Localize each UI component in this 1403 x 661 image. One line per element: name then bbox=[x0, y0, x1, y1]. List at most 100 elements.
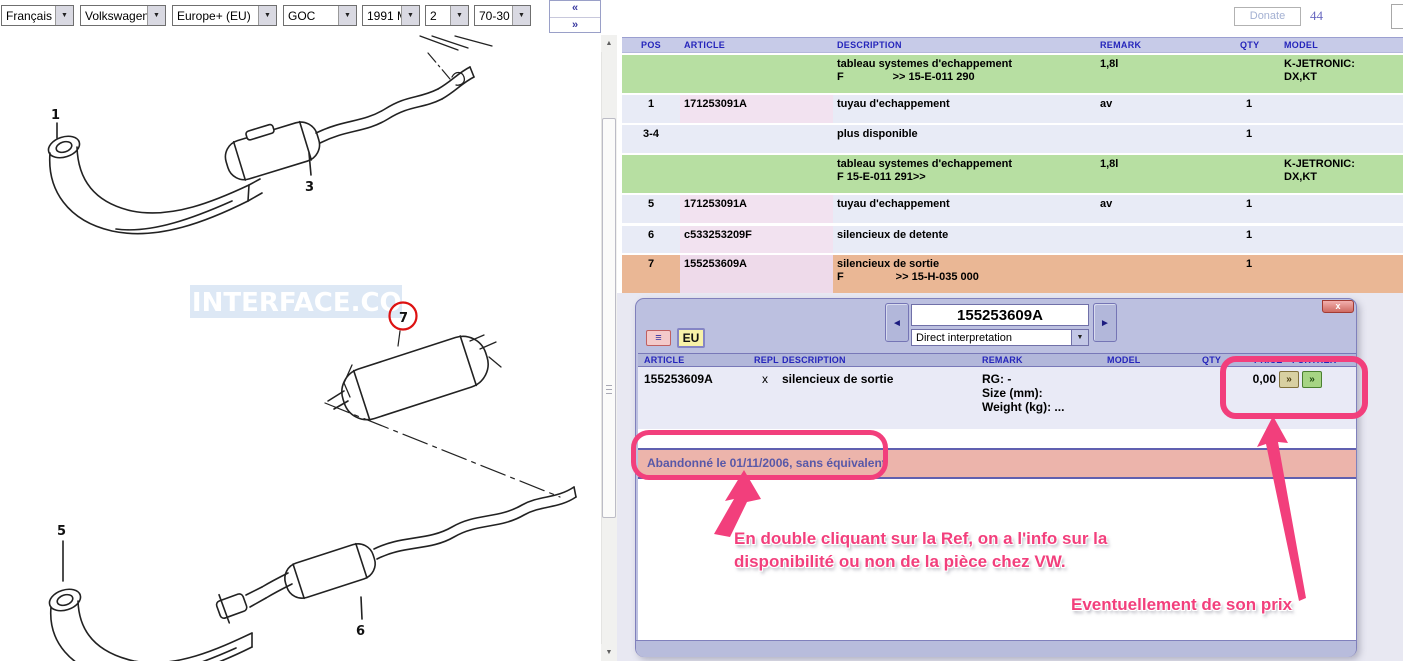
col-header-description: DESCRIPTION bbox=[776, 354, 976, 367]
scroll-up-icon[interactable]: ▲ bbox=[601, 35, 617, 52]
rear-muffler-7-drawing bbox=[325, 330, 560, 497]
cell-further: » » bbox=[1278, 367, 1356, 429]
dialog-spacer bbox=[638, 429, 1356, 448]
menu-icon[interactable]: ≡ bbox=[646, 330, 671, 346]
part-detail-dialog: x ≡ EU ◄ Direct interpretation ▼ ► ARTIC… bbox=[635, 298, 1357, 657]
cell-model-line2: DX,KT bbox=[1284, 71, 1403, 84]
cell-desc-line2: F >> 15-H-035 000 bbox=[837, 271, 1096, 284]
next-part-button[interactable]: ► bbox=[1093, 303, 1117, 342]
dialog-body-blank bbox=[638, 479, 1356, 640]
scrollbar-thumb[interactable] bbox=[602, 118, 616, 518]
cell-article[interactable]: 171253091A bbox=[680, 95, 833, 123]
table-row[interactable]: 3-4 plus disponible 1 bbox=[622, 125, 1403, 153]
cell-pos: 7 bbox=[622, 255, 680, 293]
cell-qty: 1 bbox=[1236, 125, 1280, 153]
chevron-down-icon[interactable]: ▼ bbox=[512, 6, 530, 25]
muffler-6-drawing bbox=[262, 487, 576, 619]
watermark-text: IFINTERFACE.COM bbox=[164, 288, 427, 318]
cell-qty bbox=[1196, 367, 1250, 429]
exhaust-diagram: 1 3 IFINTERFACE.COM 7 bbox=[0, 35, 601, 661]
detail-table-row[interactable]: 155253609A x silencieux de sortie RG: - … bbox=[638, 367, 1356, 429]
col-header-pos: POS bbox=[622, 38, 680, 53]
cell-model bbox=[1280, 95, 1403, 123]
cell-qty: 1 bbox=[1236, 255, 1280, 293]
region-value: Europe+ (EU) bbox=[173, 6, 258, 25]
parts-table-header: POS ARTICLE DESCRIPTION REMARK QTY MODEL bbox=[622, 37, 1403, 53]
availability-status-row: Abandonné le 01/11/2006, sans équivalent bbox=[638, 448, 1356, 479]
chevron-down-icon[interactable]: ▼ bbox=[55, 6, 73, 25]
prev-part-button[interactable]: ◄ bbox=[885, 303, 909, 342]
remark-rg: RG: - bbox=[982, 372, 1101, 386]
part-number-input[interactable] bbox=[911, 304, 1089, 326]
table-row[interactable]: 5 171253091A tuyau d'echappement av 1 bbox=[622, 195, 1403, 223]
region-select[interactable]: Europe+ (EU) ▼ bbox=[172, 5, 277, 26]
chevron-down-icon[interactable]: ▼ bbox=[258, 6, 276, 25]
subgroup-select[interactable]: 70-30 ▼ bbox=[474, 5, 531, 26]
callout-6-label[interactable]: 6 bbox=[356, 624, 365, 639]
donate-button[interactable]: Donate bbox=[1234, 7, 1301, 26]
callout-5-label[interactable]: 5 bbox=[57, 524, 66, 539]
region-eu-button[interactable]: EU bbox=[677, 328, 705, 348]
table-row[interactable]: 1 171253091A tuyau d'echappement av 1 bbox=[622, 95, 1403, 123]
detail-table-header: ARTICLE REPL DESCRIPTION REMARK MODEL QT… bbox=[638, 353, 1356, 367]
cell-article[interactable]: 155253609A bbox=[638, 367, 754, 429]
cell-desc-line1: tuyau d'echappement bbox=[833, 195, 1096, 223]
brand-value: Volkswagen bbox=[81, 6, 147, 25]
col-header-qty: QTY bbox=[1196, 354, 1250, 367]
main-group-value: 2 bbox=[426, 6, 450, 25]
callout-7-label: 7 bbox=[399, 311, 408, 326]
chevron-down-icon[interactable]: ▼ bbox=[450, 6, 468, 25]
language-select[interactable]: Français ▼ bbox=[1, 5, 74, 26]
further-info-button[interactable]: » bbox=[1279, 371, 1299, 388]
col-header-model: MODEL bbox=[1101, 354, 1196, 367]
cell-model bbox=[1280, 195, 1403, 223]
table-row[interactable]: 6 c533253209F silencieux de detente 1 bbox=[622, 226, 1403, 253]
cell-pos bbox=[622, 55, 680, 93]
subgroup-value: 70-30 bbox=[475, 6, 512, 25]
col-header-article: ARTICLE bbox=[638, 354, 754, 367]
chevron-down-icon[interactable]: ▼ bbox=[338, 6, 356, 25]
cell-article[interactable]: c533253209F bbox=[680, 226, 833, 253]
cell-desc-line1: plus disponible bbox=[833, 125, 1096, 153]
col-header-model: MODEL bbox=[1280, 38, 1403, 53]
cell-model bbox=[1280, 255, 1403, 293]
year-select[interactable]: 1991 M ▼ bbox=[362, 5, 420, 26]
scroll-down-icon[interactable]: ▼ bbox=[601, 644, 617, 661]
remark-weight: Weight (kg): ... bbox=[982, 400, 1101, 414]
model-select[interactable]: GOC ▼ bbox=[283, 5, 357, 26]
cell-qty bbox=[1236, 155, 1280, 193]
cell-model-line1: K-JETRONIC: bbox=[1284, 58, 1403, 71]
prev-page-button[interactable]: « bbox=[550, 1, 600, 18]
year-value: 1991 M bbox=[363, 6, 401, 25]
cell-remark: 1,8l bbox=[1096, 55, 1236, 93]
chevron-down-icon[interactable]: ▼ bbox=[401, 6, 419, 25]
counter-value: 44 bbox=[1310, 8, 1323, 24]
next-page-button[interactable]: » bbox=[550, 18, 600, 34]
cell-desc-line1: silencieux de detente bbox=[833, 226, 1096, 253]
callout-1-label[interactable]: 1 bbox=[51, 108, 60, 123]
cell-article[interactable]: 171253091A bbox=[680, 195, 833, 223]
chevron-down-icon[interactable]: ▼ bbox=[1071, 330, 1088, 345]
callout-3-label[interactable]: 3 bbox=[305, 180, 314, 195]
further-info-button[interactable]: » bbox=[1302, 371, 1322, 388]
cell-article[interactable]: 155253609A bbox=[680, 255, 833, 293]
col-header-further: FURTHER bbox=[1278, 354, 1356, 367]
cell-article bbox=[680, 125, 833, 153]
interpretation-select[interactable]: Direct interpretation ▼ bbox=[911, 329, 1089, 346]
cell-desc-line1: tableau systemes d'echappement bbox=[837, 58, 1096, 71]
table-row-selected[interactable]: 7 155253609A silencieux de sortieF >> 15… bbox=[622, 255, 1403, 293]
cell-qty bbox=[1236, 55, 1280, 93]
cell-model bbox=[1280, 125, 1403, 153]
chevron-down-icon[interactable]: ▼ bbox=[147, 6, 165, 25]
table-row[interactable]: tableau systemes d'echappementF >> 15-E-… bbox=[622, 55, 1403, 93]
table-row[interactable]: tableau systemes d'echappementF 15-E-011… bbox=[622, 155, 1403, 193]
cell-desc-line1: silencieux de sortie bbox=[837, 258, 1096, 271]
cell-pos: 3-4 bbox=[622, 125, 680, 153]
col-header-description: DESCRIPTION bbox=[833, 38, 1096, 53]
edge-partial-button[interactable] bbox=[1391, 4, 1403, 29]
close-icon[interactable]: x bbox=[1322, 300, 1354, 313]
main-group-select[interactable]: 2 ▼ bbox=[425, 5, 469, 26]
col-header-remark: REMARK bbox=[976, 354, 1101, 367]
cell-description: silencieux de sortie bbox=[776, 367, 976, 429]
brand-select[interactable]: Volkswagen ▼ bbox=[80, 5, 166, 26]
